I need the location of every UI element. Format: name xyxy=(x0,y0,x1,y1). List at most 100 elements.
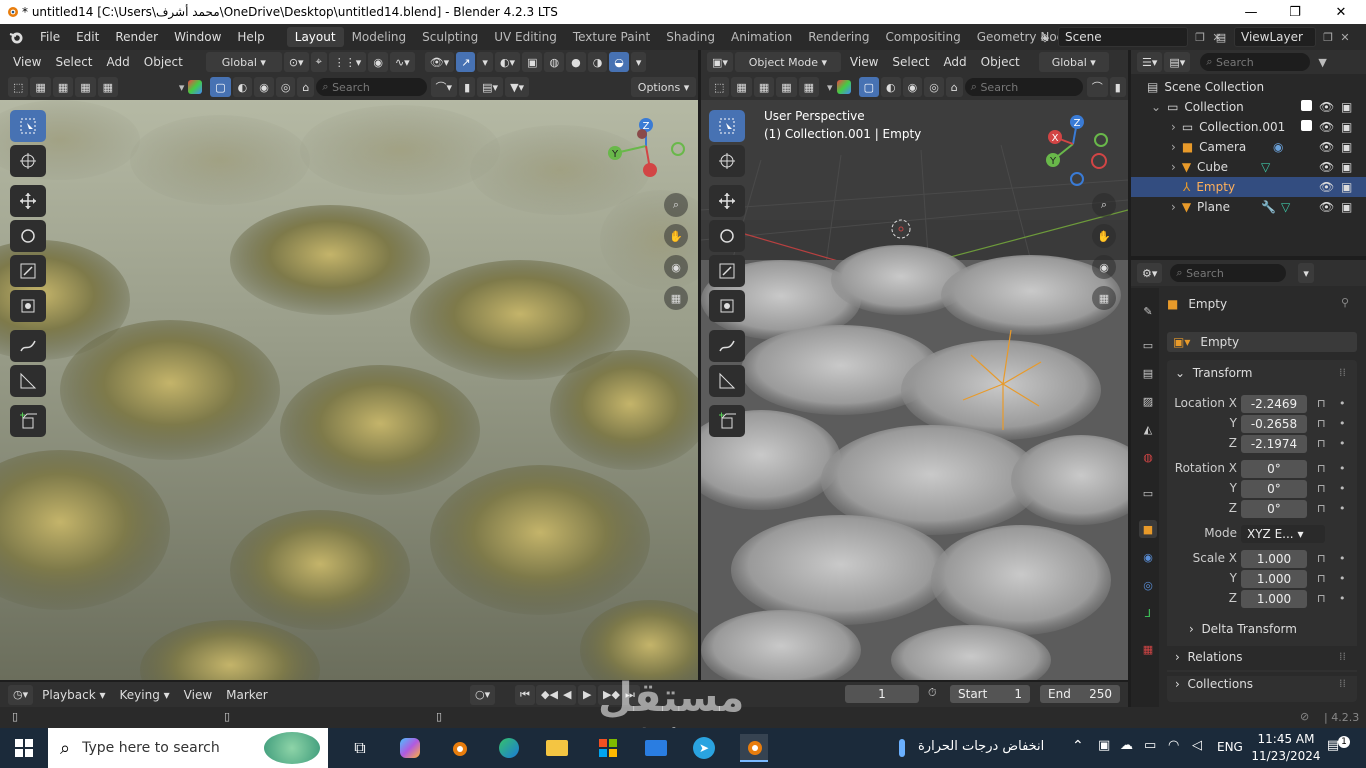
menu-help[interactable]: Help xyxy=(229,30,272,44)
rotation-y-lock-icon[interactable]: ⊓ xyxy=(1317,482,1326,495)
right-tool-select-box[interactable] xyxy=(709,110,745,142)
tab-modeling[interactable]: Modeling xyxy=(344,27,415,47)
outliner-editor-type-icon[interactable]: ☰▾ xyxy=(1137,52,1163,72)
expand-chevron-icon[interactable]: › xyxy=(1171,160,1176,174)
location-x-field[interactable]: -2.2469 xyxy=(1241,395,1307,413)
texture-tab-icon[interactable]: ▦ xyxy=(1139,640,1157,658)
expand-chevron-icon[interactable]: ⌄ xyxy=(1151,100,1161,114)
empty-render-icon[interactable]: ▣ xyxy=(1341,180,1352,194)
right-search-input[interactable]: ⌕ Search xyxy=(964,78,1083,96)
left-bookmarks-icon[interactable]: ▮ xyxy=(459,77,476,97)
edge-icon[interactable] xyxy=(495,734,523,762)
collection-001-render-icon[interactable]: ▣ xyxy=(1341,120,1352,134)
left-pan-hand-icon[interactable]: ✋ xyxy=(664,224,688,248)
left-bookmark-icon[interactable]: ⌒▾ xyxy=(430,77,458,97)
right-bookmarks-icon[interactable]: ▮ xyxy=(1109,77,1126,97)
left-pivot-icon[interactable]: ⊙▾ xyxy=(283,52,309,72)
jump-start-icon[interactable]: ⏮ xyxy=(515,684,535,705)
tab-texture-paint[interactable]: Texture Paint xyxy=(565,27,658,47)
left-tool-annotate[interactable] xyxy=(10,330,46,362)
end-frame-field[interactable]: End 250 xyxy=(1040,685,1120,703)
blender-menu-icon[interactable] xyxy=(0,29,32,45)
volume-icon[interactable]: ◁ xyxy=(1192,738,1202,753)
tab-compositing[interactable]: Compositing xyxy=(877,27,968,47)
right-menu-object[interactable]: Object xyxy=(974,55,1027,69)
location-z-keyframe-icon[interactable]: • xyxy=(1339,437,1346,450)
outliner-search-input[interactable]: ⌕ Search xyxy=(1200,53,1311,71)
minimize-button[interactable]: — xyxy=(1228,0,1274,24)
task-view-icon[interactable]: ⧉ xyxy=(346,734,374,762)
collection-visibility-icon[interactable]: 👁 xyxy=(1319,100,1334,114)
right-tool-rotate[interactable] xyxy=(709,220,745,252)
scene-tab-icon[interactable]: ◭ xyxy=(1139,420,1157,438)
location-z-field[interactable]: -2.1974 xyxy=(1241,435,1307,453)
left-visibility-icon[interactable]: 👁▾ xyxy=(424,52,455,72)
outliner-row-collection[interactable]: ⌄ ▭ Collection 👁 ▣ xyxy=(1131,97,1361,117)
collections-panel-header[interactable]: › Collections xyxy=(1175,677,1253,691)
camera-data-icon[interactable]: ◉ xyxy=(1273,140,1283,154)
menu-edit[interactable]: Edit xyxy=(68,30,107,44)
location-x-lock-icon[interactable]: ⊓ xyxy=(1317,397,1326,410)
current-frame-field[interactable]: 1 xyxy=(845,685,919,703)
constraints-tab-icon[interactable]: ◎ xyxy=(1139,576,1157,594)
outliner-row-empty[interactable]: ⅄ Empty 👁 ▣ xyxy=(1131,177,1366,197)
auto-keying-icon[interactable]: ○▾ xyxy=(470,684,496,705)
outliner-filter-icon[interactable]: ▼ xyxy=(1318,56,1326,69)
left-xray-icon[interactable]: ▣ xyxy=(522,52,543,72)
rotation-x-keyframe-icon[interactable]: • xyxy=(1339,462,1346,475)
properties-options-icon[interactable]: ▾ xyxy=(1298,263,1314,283)
left-view-icon-3[interactable]: ◉ xyxy=(254,77,274,97)
play-icon[interactable]: ▶ xyxy=(578,684,597,705)
outliner-row-scene-collection[interactable]: ▤ Scene Collection xyxy=(1131,77,1361,97)
rotation-z-field[interactable]: 0° xyxy=(1241,500,1307,518)
left-select-mode-invert-icon[interactable]: ▦ xyxy=(97,77,119,97)
tab-layout[interactable]: Layout xyxy=(286,27,344,47)
properties-editor-type-icon[interactable]: ⚙▾ xyxy=(1137,263,1163,283)
preview-range-clock-icon[interactable]: ⏱ xyxy=(928,686,937,700)
expand-chevron-icon[interactable]: › xyxy=(1171,140,1176,154)
timeline-menu-keying[interactable]: Keying ▾ xyxy=(113,688,177,702)
play-reverse-icon[interactable]: ◀ xyxy=(558,684,577,705)
collections-drag-handle-icon[interactable]: ⁞⁞ xyxy=(1339,677,1346,690)
rotation-y-field[interactable]: 0° xyxy=(1241,480,1307,498)
file-explorer-icon[interactable] xyxy=(543,734,571,762)
new-view-layer-icon[interactable]: ❐ xyxy=(1316,31,1340,44)
right-menu-view[interactable]: View xyxy=(843,55,885,69)
scene-browse-icon[interactable]: ◈ xyxy=(1032,31,1058,44)
left-rendered-shading-icon[interactable]: ◒ xyxy=(609,52,629,72)
left-navigation-gizmo[interactable]: Z Y xyxy=(600,116,690,186)
tab-shading[interactable]: Shading xyxy=(658,27,723,47)
collection-checkbox[interactable] xyxy=(1301,100,1312,111)
right-tool-scale[interactable] xyxy=(709,255,745,287)
mail-icon[interactable] xyxy=(642,734,670,762)
physics-tab-icon[interactable]: ◉ xyxy=(1139,548,1157,566)
left-tool-scale[interactable] xyxy=(10,255,46,287)
timeline-menu-marker[interactable]: Marker xyxy=(219,688,274,702)
rotation-mode-dropdown[interactable]: XYZ E... ▾ xyxy=(1241,525,1325,543)
rotation-x-field[interactable]: 0° xyxy=(1241,460,1307,478)
delete-view-layer-icon[interactable]: ✕ xyxy=(1340,31,1350,44)
output-tab-icon[interactable]: ▤ xyxy=(1139,364,1157,382)
camera-render-icon[interactable]: ▣ xyxy=(1341,140,1352,154)
collection-001-checkbox[interactable] xyxy=(1301,120,1312,131)
taskbar-search-box[interactable]: ⌕ Type here to search xyxy=(48,728,328,768)
plane-modifier-icon[interactable]: 🔧 xyxy=(1261,200,1276,214)
object-name-field[interactable]: ▣▾ Empty xyxy=(1167,332,1357,352)
location-y-lock-icon[interactable]: ⊓ xyxy=(1317,417,1326,430)
outliner-display-mode-icon[interactable]: ▤▾ xyxy=(1164,52,1191,72)
right-object-type-icon[interactable] xyxy=(836,80,851,94)
delta-transform-subpanel[interactable]: › Delta Transform xyxy=(1189,622,1297,636)
options-dropdown[interactable]: Options ▾ xyxy=(631,77,696,97)
left-select-mode-extend-icon[interactable]: ▦ xyxy=(52,77,74,97)
rotation-y-keyframe-icon[interactable]: • xyxy=(1339,482,1346,495)
plane-visibility-icon[interactable]: 👁 xyxy=(1319,200,1334,214)
left-tool-measure[interactable] xyxy=(10,365,46,397)
right-tool-add-cube[interactable] xyxy=(709,405,745,437)
object-mode-dropdown[interactable]: Object Mode ▾ xyxy=(734,52,841,72)
left-menu-view[interactable]: View xyxy=(6,55,48,69)
location-x-keyframe-icon[interactable]: • xyxy=(1339,397,1346,410)
object-tab-icon[interactable]: ■ xyxy=(1139,520,1157,538)
input-language[interactable]: ENG xyxy=(1217,740,1243,754)
cube-render-icon[interactable]: ▣ xyxy=(1341,160,1352,174)
rotation-z-lock-icon[interactable]: ⊓ xyxy=(1317,502,1326,515)
